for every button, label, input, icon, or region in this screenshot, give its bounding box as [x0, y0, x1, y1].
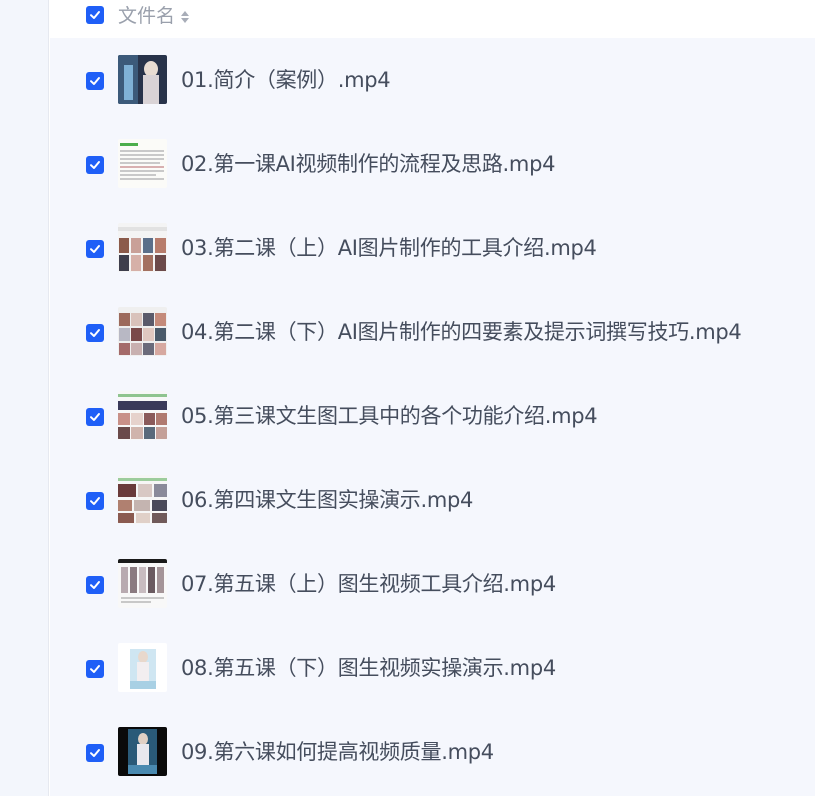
- file-row[interactable]: 06.第四课文生图实操演示.mp4: [50, 459, 815, 543]
- video-thumbnail: [118, 391, 167, 440]
- select-all-checkbox[interactable]: [86, 6, 104, 24]
- sort-icon[interactable]: [181, 10, 190, 23]
- file-name[interactable]: 01.简介（案例）.mp4: [181, 66, 391, 94]
- row-checkbox[interactable]: [86, 408, 104, 426]
- file-row[interactable]: 08.第五课（下）图生视频实操演示.mp4: [50, 627, 815, 711]
- file-name[interactable]: 07.第五课（上）图生视频工具介绍.mp4: [181, 570, 556, 598]
- video-thumbnail: [118, 223, 167, 272]
- row-checkbox[interactable]: [86, 492, 104, 510]
- row-checkbox[interactable]: [86, 324, 104, 342]
- file-row[interactable]: 04.第二课（下）AI图片制作的四要素及提示词撰写技巧.mp4: [50, 291, 815, 375]
- video-thumbnail: [118, 55, 167, 104]
- column-header-label: 文件名: [118, 5, 176, 27]
- column-header-filename[interactable]: 文件名: [118, 3, 190, 29]
- video-thumbnail: [118, 475, 167, 524]
- file-row[interactable]: 01.简介（案例）.mp4: [50, 39, 815, 123]
- file-name[interactable]: 09.第六课如何提高视频质量.mp4: [181, 738, 494, 766]
- video-thumbnail: [118, 307, 167, 356]
- video-thumbnail: [118, 139, 167, 188]
- row-checkbox[interactable]: [86, 576, 104, 594]
- file-row[interactable]: 07.第五课（上）图生视频工具介绍.mp4: [50, 543, 815, 627]
- file-row[interactable]: 02.第一课AI视频制作的流程及思路.mp4: [50, 123, 815, 207]
- video-thumbnail: [118, 643, 167, 692]
- row-checkbox[interactable]: [86, 72, 104, 90]
- file-name[interactable]: 06.第四课文生图实操演示.mp4: [181, 486, 473, 514]
- row-checkbox[interactable]: [86, 660, 104, 678]
- file-name[interactable]: 02.第一课AI视频制作的流程及思路.mp4: [181, 150, 555, 178]
- row-checkbox[interactable]: [86, 156, 104, 174]
- video-thumbnail: [118, 559, 167, 608]
- file-name[interactable]: 05.第三课文生图工具中的各个功能介绍.mp4: [181, 402, 598, 430]
- file-row[interactable]: 05.第三课文生图工具中的各个功能介绍.mp4: [50, 375, 815, 459]
- file-name[interactable]: 03.第二课（上）AI图片制作的工具介绍.mp4: [181, 234, 597, 262]
- row-checkbox[interactable]: [86, 240, 104, 258]
- file-name[interactable]: 08.第五课（下）图生视频实操演示.mp4: [181, 654, 556, 682]
- left-rail: [0, 0, 49, 796]
- file-row[interactable]: 03.第二课（上）AI图片制作的工具介绍.mp4: [50, 207, 815, 291]
- video-thumbnail: [118, 727, 167, 776]
- file-row[interactable]: 09.第六课如何提高视频质量.mp4: [50, 711, 815, 795]
- file-list-header: 文件名: [50, 0, 815, 38]
- file-name[interactable]: 04.第二课（下）AI图片制作的四要素及提示词撰写技巧.mp4: [181, 318, 742, 346]
- row-checkbox[interactable]: [86, 744, 104, 762]
